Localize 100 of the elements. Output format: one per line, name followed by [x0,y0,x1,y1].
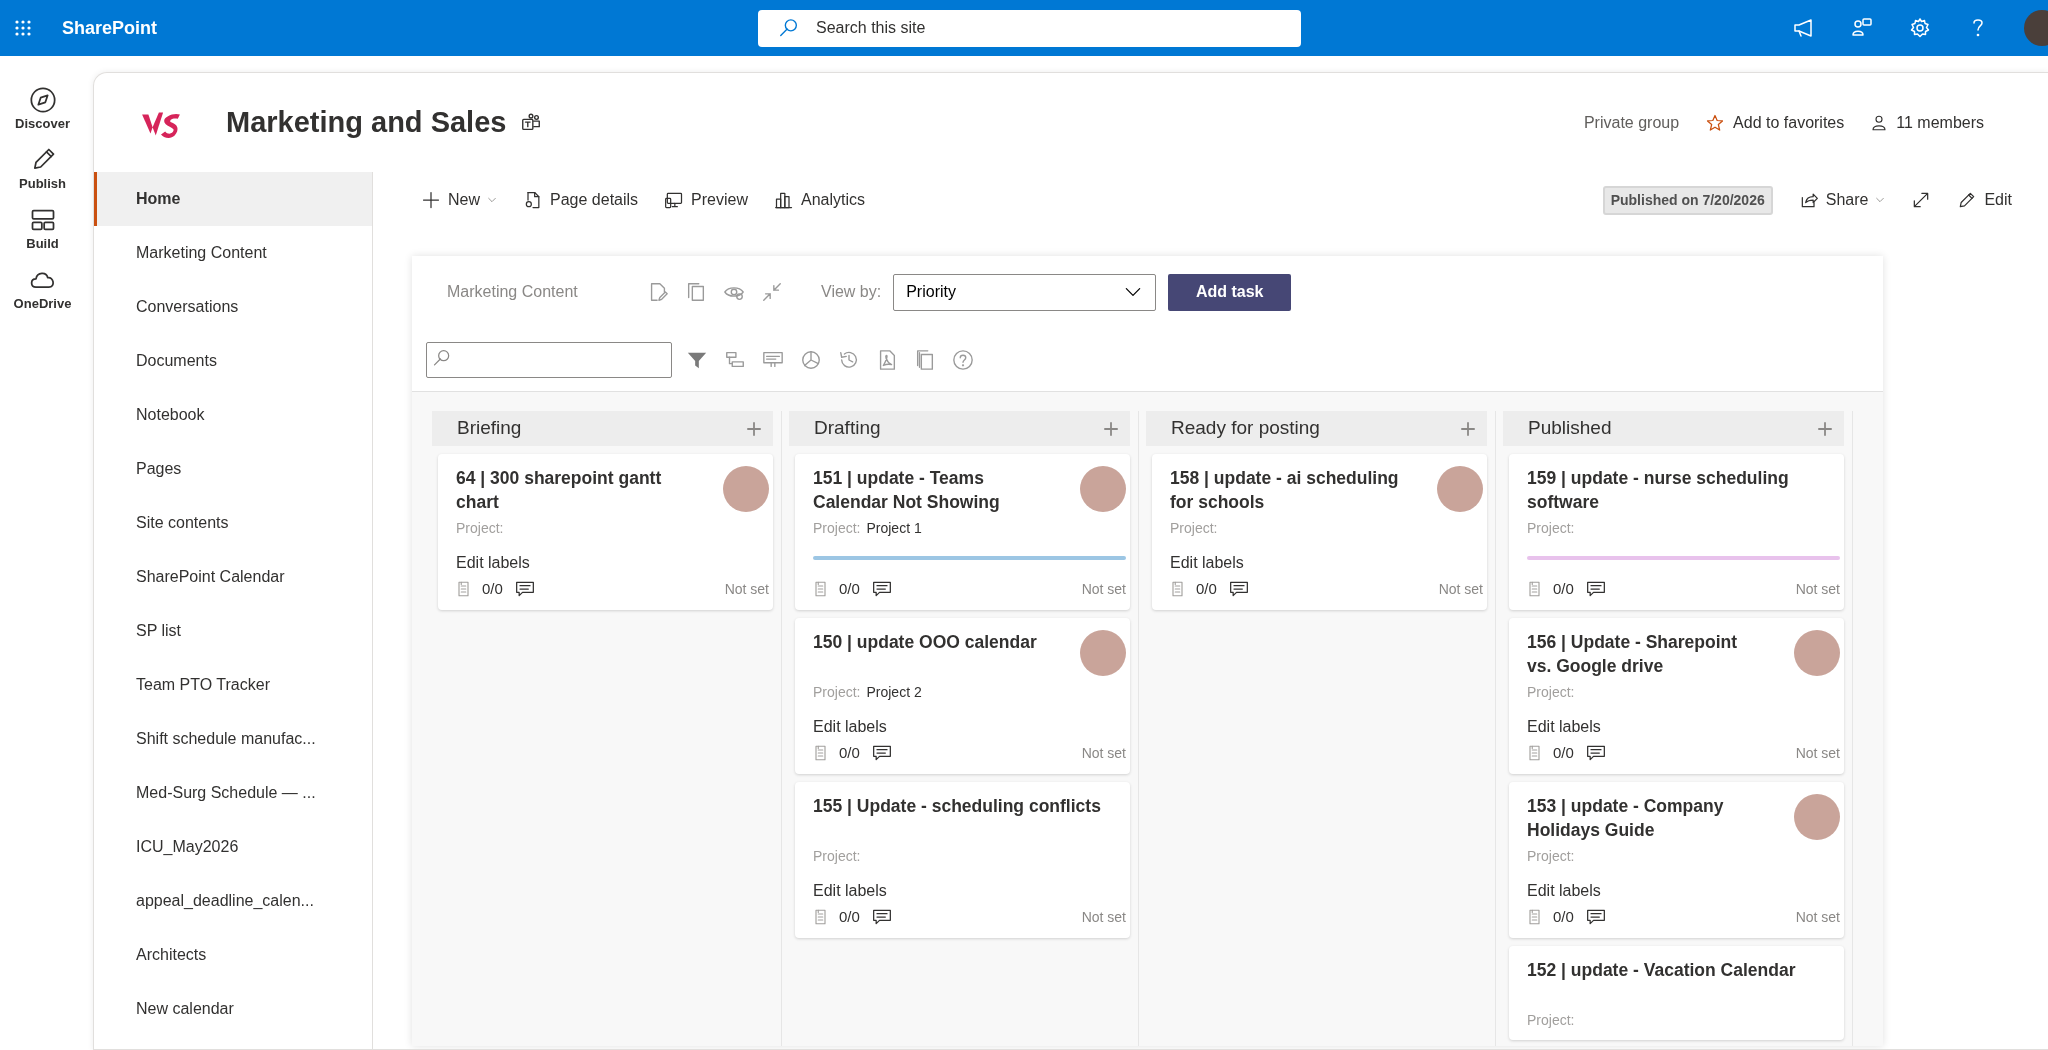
task-card[interactable]: 152 | update - Vacation Calendar Project: [1509,946,1844,1040]
comment-icon [1585,907,1606,927]
person-icon [1870,113,1889,132]
nav-item[interactable]: Site contents [94,496,372,550]
board-title: Marketing Content [447,282,579,302]
help-icon [952,348,974,371]
card-title: 151 | update - Teams Calendar Not Showing [813,467,1001,514]
add-card-button[interactable] [1816,419,1834,438]
add-to-favorites-button[interactable]: Add to favorites [1705,110,1845,135]
due-date: Not set [1795,743,1840,763]
nav-item[interactable]: SharePoint Calendar [94,550,372,604]
app-name-link[interactable]: SharePoint [62,14,158,42]
column-title: Ready for posting [1171,416,1320,441]
site-title: Marketing and Sales [226,105,507,140]
nav-item[interactable]: ICU_May2026 [94,820,372,874]
project-label: Project: [813,847,861,866]
nav-item[interactable]: Team PTO Tracker [94,658,372,712]
card-title: 153 | update - Company Holidays Guide [1527,795,1725,842]
view-by-label: View by: [821,282,882,302]
task-card[interactable]: 155 | Update - scheduling conflicts Project: Edit labels 0/0 Not set [795,782,1130,938]
add-card-button[interactable] [745,419,763,438]
nav-item[interactable]: Pages [94,442,372,496]
nav-item[interactable]: Documents [94,334,372,388]
project-label: Project: [813,519,861,538]
copy-icon [685,281,707,303]
comment-icon [871,907,892,927]
search-icon [432,348,452,369]
bar-chart-icon [774,190,794,210]
pie-chart-icon [800,348,822,371]
settings-icon [1908,16,1932,40]
project-value: Project 1 [866,519,922,538]
nav-item[interactable]: SP list [94,604,372,658]
new-button[interactable]: New [421,188,497,212]
checklist-count: 0/0 [1553,906,1574,927]
settings-button[interactable] [1908,16,1932,40]
analytics-button[interactable]: Analytics [774,188,865,212]
edit-labels-link[interactable]: Edit labels [1170,552,1483,574]
preview-button[interactable]: Preview [664,188,748,212]
plus-icon [1102,419,1120,438]
edit-labels-link[interactable]: Edit labels [813,716,1126,738]
rail-item[interactable]: OneDrive [10,266,75,312]
copy-icon [914,348,936,371]
nav-item[interactable]: Architects [94,928,372,982]
comment-icon [514,579,535,599]
edit-labels-link[interactable]: Edit labels [456,552,769,574]
task-card[interactable]: 158 | update - ai scheduling for schools Project: Edit labels 0/0 Not set [1152,454,1487,610]
star-icon [1705,112,1726,133]
task-card[interactable]: 150 | update OOO calendar Project: Project 2 Edit labels 0/0 Not set [795,618,1130,774]
due-date: Not set [1081,907,1126,927]
due-date: Not set [1795,579,1840,599]
task-card[interactable]: 64 | 300 sharepoint gantt chart Project: Edit labels 0/0 Not set [438,454,773,610]
rail-item[interactable]: Publish [10,146,75,192]
checklist-count: 0/0 [1553,742,1574,763]
nav-item[interactable]: appeal_deadline_calen... [94,874,372,928]
nav-item[interactable]: Conversations [94,280,372,334]
edit-labels-link[interactable]: Edit labels [1527,716,1840,738]
nav-item[interactable]: Home [94,172,372,226]
nav-item[interactable]: Notebook [94,388,372,442]
project-label: Project: [1527,847,1575,866]
comment-icon [1585,743,1606,763]
project-label: Project: [456,519,504,538]
column-title: Briefing [457,416,522,441]
nav-item[interactable]: Marketing Content [94,226,372,280]
add-card-button[interactable] [1459,419,1477,438]
board-search-field[interactable] [426,341,672,378]
project-label: Project: [1527,683,1575,702]
view-by-dropdown[interactable]: Priority [893,273,1157,311]
edit-labels-link[interactable]: Edit labels [813,880,1126,902]
nav-item[interactable]: New calendar [94,982,372,1036]
card-title: 155 | Update - scheduling conflicts [813,795,1102,818]
card-title: 158 | update - ai scheduling for schools [1170,467,1400,514]
edit-button[interactable]: Edit [1957,188,2012,212]
checklist-count: 0/0 [482,578,503,599]
share-button[interactable]: Share [1798,188,1886,212]
plus-icon [421,190,441,210]
rail-item[interactable]: Build [10,206,75,252]
nav-item[interactable]: Shift schedule manufac... [94,712,372,766]
add-task-button[interactable]: Add task [1168,273,1292,311]
members-button[interactable]: 11 members [1870,110,1984,135]
collapse-icon [761,281,783,303]
checklist-count: 0/0 [1196,578,1217,599]
checklist-count: 0/0 [839,742,860,763]
devices-icon [664,190,685,210]
search-field[interactable]: Search this site [758,9,1301,47]
card-title: 152 | update - Vacation Calendar [1527,959,1797,982]
task-card[interactable]: 151 | update - Teams Calendar Not Showing Project: Project 1 0/0 Not set [795,454,1130,610]
due-date: Not set [1081,579,1126,599]
plus-icon [1459,419,1477,438]
edit-labels-link[interactable]: Edit labels [1527,880,1840,902]
comment-icon [1228,579,1249,599]
nav-item[interactable]: Med-Surg Schedule — ... [94,766,372,820]
rail-item[interactable]: Discover [10,86,75,132]
task-card[interactable]: 153 | update - Company Holidays Guide Project: Edit labels 0/0 Not set [1509,782,1844,938]
task-card[interactable]: 159 | update - nurse scheduling software Project: 0/0 Not set [1509,454,1844,610]
due-date: Not set [1081,743,1126,763]
page-details-button[interactable]: Page details [523,188,639,212]
project-value: Project 2 [866,683,922,702]
task-card[interactable]: 156 | Update - Sharepoint vs. Google drive Project: Edit labels 0/0 Not set [1509,618,1844,774]
comment-icon [871,579,892,599]
add-card-button[interactable] [1102,419,1120,438]
